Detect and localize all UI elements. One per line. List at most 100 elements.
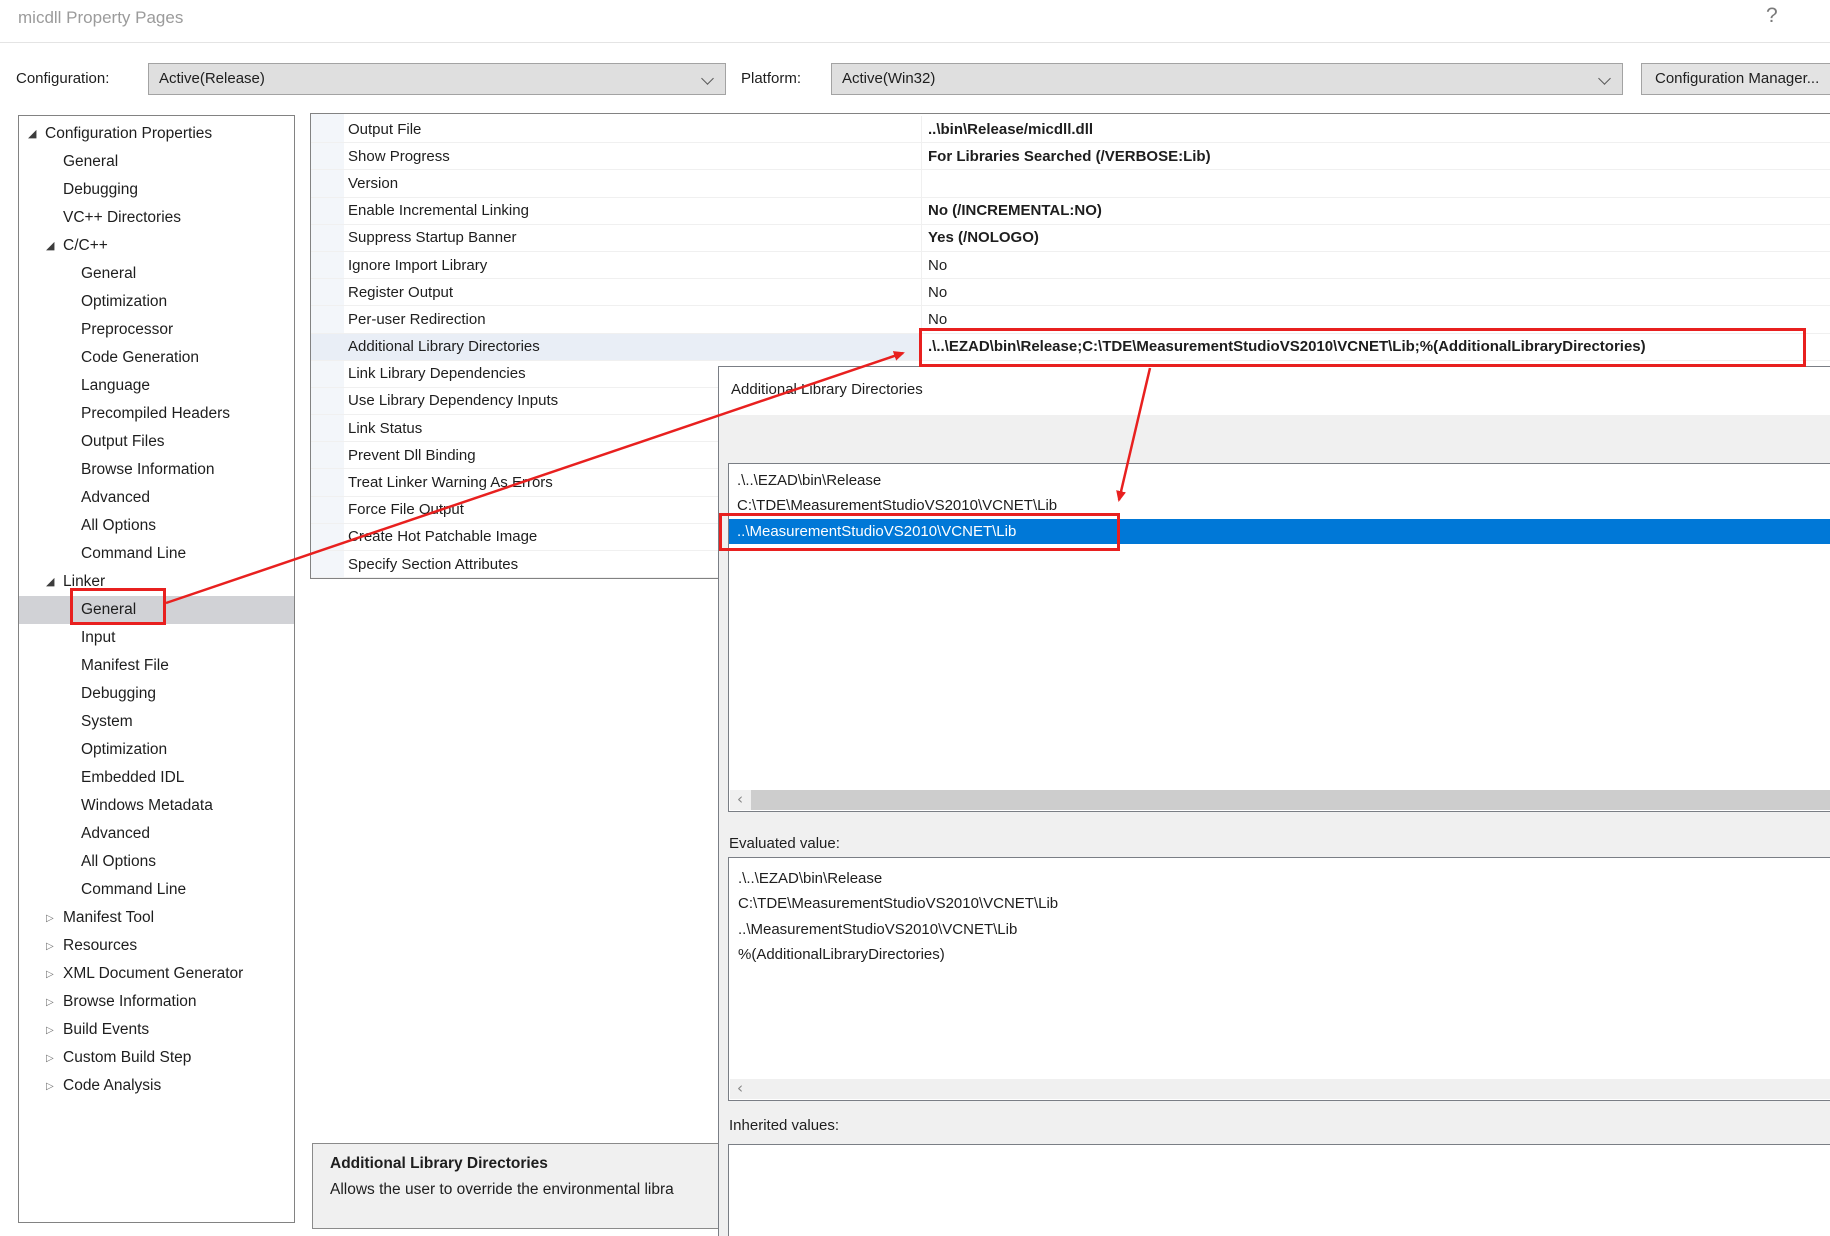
tree-item[interactable]: XML Document Generator (19, 960, 294, 988)
directories-listbox: .\..\EZAD\bin\ReleaseC:\TDE\MeasurementS… (728, 463, 1830, 812)
tree-item[interactable]: General (19, 596, 294, 624)
property-value[interactable]: No (921, 306, 1830, 332)
tree-item[interactable]: General (19, 260, 294, 288)
tree-expander-icon[interactable] (46, 1016, 63, 1045)
property-row[interactable]: Enable Incremental Linking No (/INCREMEN… (311, 198, 1830, 225)
tree-item[interactable]: Browse Information (19, 456, 294, 484)
configuration-dropdown-value: Active(Release) (159, 70, 265, 87)
property-row[interactable]: Show Progress For Libraries Searched (/V… (311, 143, 1830, 170)
configuration-manager-button[interactable]: Configuration Manager... (1641, 63, 1830, 95)
property-value[interactable]: No (921, 279, 1830, 305)
platform-dropdown[interactable]: Active(Win32) (831, 63, 1623, 95)
tree-expander-icon[interactable] (46, 232, 63, 260)
tree-item[interactable]: Language (19, 372, 294, 400)
help-icon[interactable]: ? (1766, 4, 1778, 28)
scroll-left-icon[interactable]: ‹ (730, 1079, 750, 1099)
tree-item-label: Code Analysis (63, 1077, 161, 1095)
inherited-values-box[interactable] (728, 1144, 1830, 1236)
tree-item[interactable]: Code Generation (19, 344, 294, 372)
tree-item[interactable]: Manifest Tool (19, 904, 294, 932)
tree-item[interactable]: Precompiled Headers (19, 400, 294, 428)
tree-item[interactable]: Input (19, 624, 294, 652)
tree-item-label: Debugging (63, 181, 138, 199)
tree-item[interactable]: Manifest File (19, 652, 294, 680)
tree-item[interactable]: Custom Build Step (19, 1044, 294, 1072)
tree-item[interactable]: Embedded IDL (19, 764, 294, 792)
tree-item[interactable]: All Options (19, 512, 294, 540)
property-value[interactable] (921, 170, 1830, 196)
tree-item[interactable]: All Options (19, 848, 294, 876)
property-name: Show Progress (311, 148, 921, 165)
property-row[interactable]: Suppress Startup Banner Yes (/NOLOGO) (311, 225, 1830, 252)
tree-expander-icon[interactable] (46, 568, 63, 596)
directory-list-item[interactable]: ..\MeasurementStudioVS2010\VCNET\Lib (729, 519, 1830, 544)
property-value[interactable]: Yes (/NOLOGO) (921, 225, 1830, 251)
tree-item[interactable]: Advanced (19, 820, 294, 848)
tree-expander-icon[interactable] (46, 960, 63, 989)
tree-expander-icon[interactable] (28, 120, 45, 148)
tree-expander-icon[interactable] (46, 988, 63, 1017)
tree-expander-icon[interactable] (46, 1044, 63, 1073)
property-value[interactable]: No (921, 252, 1830, 278)
tree-item[interactable]: Linker (19, 568, 294, 596)
scroll-left-icon[interactable]: ‹ (730, 790, 750, 810)
tree-item-label: System (81, 713, 133, 731)
property-row[interactable]: Additional Library Directories .\..\EZAD… (311, 334, 1830, 361)
tree-item-label: Manifest File (81, 657, 169, 675)
tree-item[interactable]: Output Files (19, 428, 294, 456)
tree-expander-icon[interactable] (46, 1072, 63, 1101)
tree-item[interactable]: Browse Information (19, 988, 294, 1016)
tree-item[interactable]: System (19, 708, 294, 736)
tree-item[interactable]: Build Events (19, 1016, 294, 1044)
chevron-down-icon (1598, 72, 1611, 85)
window-title: micdll Property Pages (18, 8, 183, 28)
property-name: Per-user Redirection (311, 311, 921, 328)
property-row[interactable]: Output File ..\bin\Release/micdll.dll (311, 116, 1830, 143)
tree-item-label: Embedded IDL (81, 769, 184, 787)
tree-item-label: Optimization (81, 293, 167, 311)
tree-item[interactable]: Preprocessor (19, 316, 294, 344)
scrollbar-thumb[interactable] (751, 790, 1830, 810)
property-row[interactable]: Per-user Redirection No (311, 306, 1830, 333)
property-row[interactable]: Ignore Import Library No (311, 252, 1830, 279)
tree-item[interactable]: VC++ Directories (19, 204, 294, 232)
tree-item-label: C/C++ (63, 237, 108, 255)
property-value[interactable]: ..\bin\Release/micdll.dll (921, 116, 1830, 142)
tree-item-label: Input (81, 629, 115, 647)
tree-item[interactable]: Resources (19, 932, 294, 960)
tree-item[interactable]: Debugging (19, 176, 294, 204)
tree-item[interactable]: C/C++ (19, 232, 294, 260)
tree-item[interactable]: General (19, 148, 294, 176)
tree-item[interactable]: Optimization (19, 288, 294, 316)
directory-list-item[interactable]: .\..\EZAD\bin\Release (729, 468, 1830, 493)
dialog-title: Additional Library Directories (719, 367, 1830, 415)
tree-expander-icon[interactable] (46, 932, 63, 961)
tree-item[interactable]: Optimization (19, 736, 294, 764)
tree-item-label: Resources (63, 937, 137, 955)
configuration-dropdown[interactable]: Active(Release) (148, 63, 726, 95)
property-value[interactable]: .\..\EZAD\bin\Release;C:\TDE\Measurement… (921, 334, 1830, 360)
tree-item-label: Custom Build Step (63, 1049, 191, 1067)
directory-list-item[interactable]: C:\TDE\MeasurementStudioVS2010\VCNET\Lib (729, 493, 1830, 518)
tree-expander-icon[interactable] (46, 904, 63, 933)
tree-item[interactable]: Windows Metadata (19, 792, 294, 820)
tree-item[interactable]: Command Line (19, 540, 294, 568)
property-row[interactable]: Version (311, 170, 1830, 197)
tree-item-label: Advanced (81, 825, 150, 843)
tree-item[interactable]: Configuration Properties (19, 120, 294, 148)
tree-item[interactable]: Code Analysis (19, 1072, 294, 1100)
property-name: Ignore Import Library (311, 257, 921, 274)
property-row[interactable]: Register Output No (311, 279, 1830, 306)
property-name: Additional Library Directories (311, 338, 921, 355)
tree-item[interactable]: Debugging (19, 680, 294, 708)
property-pages-window: micdll Property Pages ? Configuration: A… (0, 0, 1830, 1236)
horizontal-scrollbar[interactable]: ‹ (730, 790, 1830, 810)
horizontal-scrollbar[interactable]: ‹ (730, 1079, 1830, 1099)
property-value[interactable]: No (/INCREMENTAL:NO) (921, 198, 1830, 224)
tree-item-label: General (63, 153, 118, 171)
tree-item[interactable]: Command Line (19, 876, 294, 904)
tree-item-label: Browse Information (81, 461, 215, 479)
property-value[interactable]: For Libraries Searched (/VERBOSE:Lib) (921, 143, 1830, 169)
tree-item-label: Code Generation (81, 349, 199, 367)
tree-item[interactable]: Advanced (19, 484, 294, 512)
